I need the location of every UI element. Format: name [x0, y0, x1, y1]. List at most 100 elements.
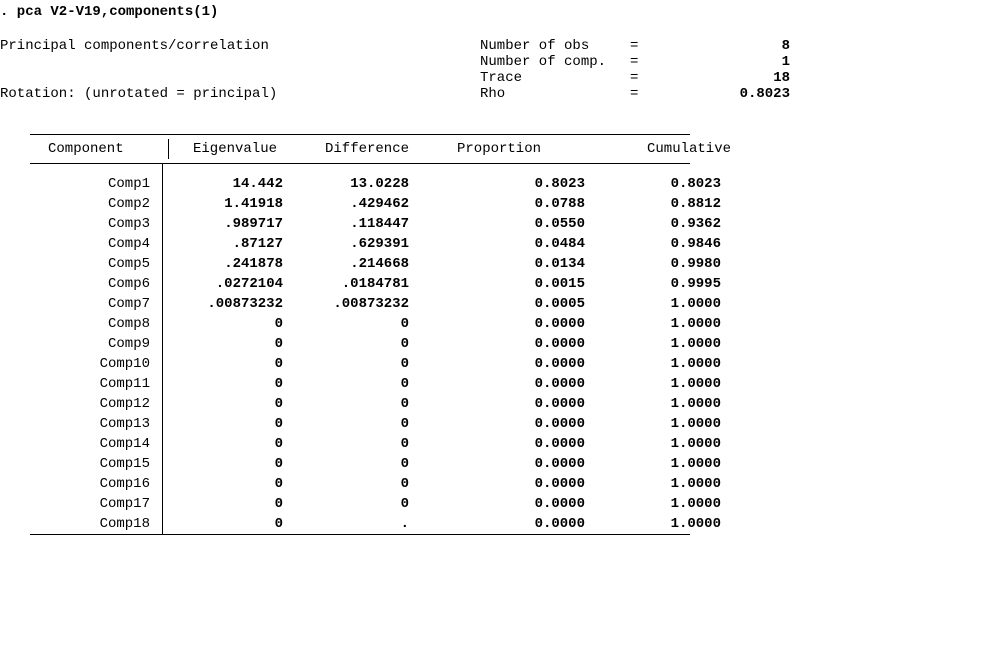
cell-eigenvalue: 0 — [163, 494, 289, 514]
cell-proportion: 0.0000 — [415, 474, 591, 494]
cell-component: Comp17 — [30, 494, 163, 514]
cell-proportion: 0.0000 — [415, 394, 591, 414]
cell-difference: 0 — [289, 434, 415, 454]
cell-proportion: 0.0000 — [415, 354, 591, 374]
header-empty — [0, 70, 480, 86]
cell-difference: 0 — [289, 354, 415, 374]
cell-cumulative: 1.0000 — [591, 454, 751, 474]
stat-label-comp: Number of comp. — [480, 54, 630, 70]
col-header-difference: Difference — [313, 139, 445, 159]
cell-difference: .429462 — [289, 194, 415, 214]
cell-cumulative: 0.8023 — [591, 174, 751, 194]
cell-eigenvalue: .241878 — [163, 254, 289, 274]
col-header-eigenvalue: Eigenvalue — [169, 139, 313, 159]
cell-eigenvalue: 0 — [163, 314, 289, 334]
table-rule-mid — [30, 163, 690, 164]
cell-difference: .118447 — [289, 214, 415, 234]
table-row: Comp4.87127.6293910.04840.9846 — [30, 234, 777, 254]
table-row: Comp180.0.00001.0000 — [30, 514, 777, 534]
cell-component: Comp15 — [30, 454, 163, 474]
cell-proportion: 0.8023 — [415, 174, 591, 194]
cell-proportion: 0.0000 — [415, 454, 591, 474]
cell-eigenvalue: 0 — [163, 434, 289, 454]
stat-val-trace: 18 — [670, 70, 802, 86]
table-row: Comp6.0272104.01847810.00150.9995 — [30, 274, 777, 294]
cell-eigenvalue: 1.41918 — [163, 194, 289, 214]
table-row: Comp17000.00001.0000 — [30, 494, 777, 514]
cell-proportion: 0.0005 — [415, 294, 591, 314]
table-row: Comp21.41918.4294620.07880.8812 — [30, 194, 777, 214]
cell-proportion: 0.0000 — [415, 334, 591, 354]
cell-proportion: 0.0788 — [415, 194, 591, 214]
table-row: Comp9000.00001.0000 — [30, 334, 777, 354]
cell-component: Comp6 — [30, 274, 163, 294]
table-row: Comp12000.00001.0000 — [30, 394, 777, 414]
cell-proportion: 0.0550 — [415, 214, 591, 234]
table-row: Comp114.44213.02280.80230.8023 — [30, 174, 777, 194]
cell-component: Comp9 — [30, 334, 163, 354]
cell-component: Comp16 — [30, 474, 163, 494]
table-row: Comp7.00873232.008732320.00051.0000 — [30, 294, 777, 314]
cell-eigenvalue: 0 — [163, 514, 289, 534]
cell-eigenvalue: .0272104 — [163, 274, 289, 294]
cell-difference: .00873232 — [289, 294, 415, 314]
stat-label-obs: Number of obs — [480, 38, 630, 54]
cell-difference: . — [289, 514, 415, 534]
cell-cumulative: 0.9846 — [591, 234, 751, 254]
cell-eigenvalue: 0 — [163, 474, 289, 494]
table-row: Comp8000.00001.0000 — [30, 314, 777, 334]
cell-proportion: 0.0000 — [415, 414, 591, 434]
stat-eq: = — [630, 86, 670, 102]
cell-difference: 0 — [289, 374, 415, 394]
cell-component: Comp4 — [30, 234, 163, 254]
cell-difference: .629391 — [289, 234, 415, 254]
table-body: Comp114.44213.02280.80230.8023Comp21.419… — [30, 174, 777, 534]
stat-eq: = — [630, 38, 670, 54]
cell-cumulative: 1.0000 — [591, 314, 751, 334]
cell-proportion: 0.0000 — [415, 314, 591, 334]
table-row: Comp13000.00001.0000 — [30, 414, 777, 434]
cell-cumulative: 0.9995 — [591, 274, 751, 294]
cell-eigenvalue: .87127 — [163, 234, 289, 254]
table-row: Comp3.989717.1184470.05500.9362 — [30, 214, 777, 234]
cell-cumulative: 1.0000 — [591, 334, 751, 354]
stat-val-rho: 0.8023 — [670, 86, 802, 102]
cell-component: Comp13 — [30, 414, 163, 434]
cell-difference: .214668 — [289, 254, 415, 274]
cell-proportion: 0.0000 — [415, 374, 591, 394]
table-row: Comp16000.00001.0000 — [30, 474, 777, 494]
cell-difference: 0 — [289, 394, 415, 414]
cell-difference: .0184781 — [289, 274, 415, 294]
cell-eigenvalue: 0 — [163, 354, 289, 374]
col-header-proportion: Proportion — [445, 139, 627, 159]
cell-proportion: 0.0015 — [415, 274, 591, 294]
cell-component: Comp5 — [30, 254, 163, 274]
cell-difference: 0 — [289, 414, 415, 434]
col-header-component: Component — [30, 139, 169, 159]
stat-label-rho: Rho — [480, 86, 630, 102]
cell-cumulative: 1.0000 — [591, 514, 751, 534]
cell-component: Comp2 — [30, 194, 163, 214]
cell-cumulative: 0.8812 — [591, 194, 751, 214]
cell-eigenvalue: 14.442 — [163, 174, 289, 194]
cell-difference: 0 — [289, 474, 415, 494]
cell-component: Comp18 — [30, 514, 163, 534]
cell-proportion: 0.0000 — [415, 494, 591, 514]
cell-eigenvalue: 0 — [163, 454, 289, 474]
stat-eq: = — [630, 70, 670, 86]
cell-difference: 0 — [289, 494, 415, 514]
header-block: Principal components/correlation Number … — [0, 38, 994, 102]
cell-component: Comp12 — [30, 394, 163, 414]
cell-cumulative: 0.9362 — [591, 214, 751, 234]
cell-eigenvalue: .00873232 — [163, 294, 289, 314]
stat-val-comp: 1 — [670, 54, 802, 70]
cell-eigenvalue: 0 — [163, 334, 289, 354]
cell-eigenvalue: .989717 — [163, 214, 289, 234]
cell-proportion: 0.0484 — [415, 234, 591, 254]
stat-eq: = — [630, 54, 670, 70]
cell-component: Comp14 — [30, 434, 163, 454]
cell-component: Comp3 — [30, 214, 163, 234]
command-line: . pca V2-V19,components(1) — [0, 4, 994, 20]
cell-cumulative: 1.0000 — [591, 494, 751, 514]
header-empty — [0, 54, 480, 70]
